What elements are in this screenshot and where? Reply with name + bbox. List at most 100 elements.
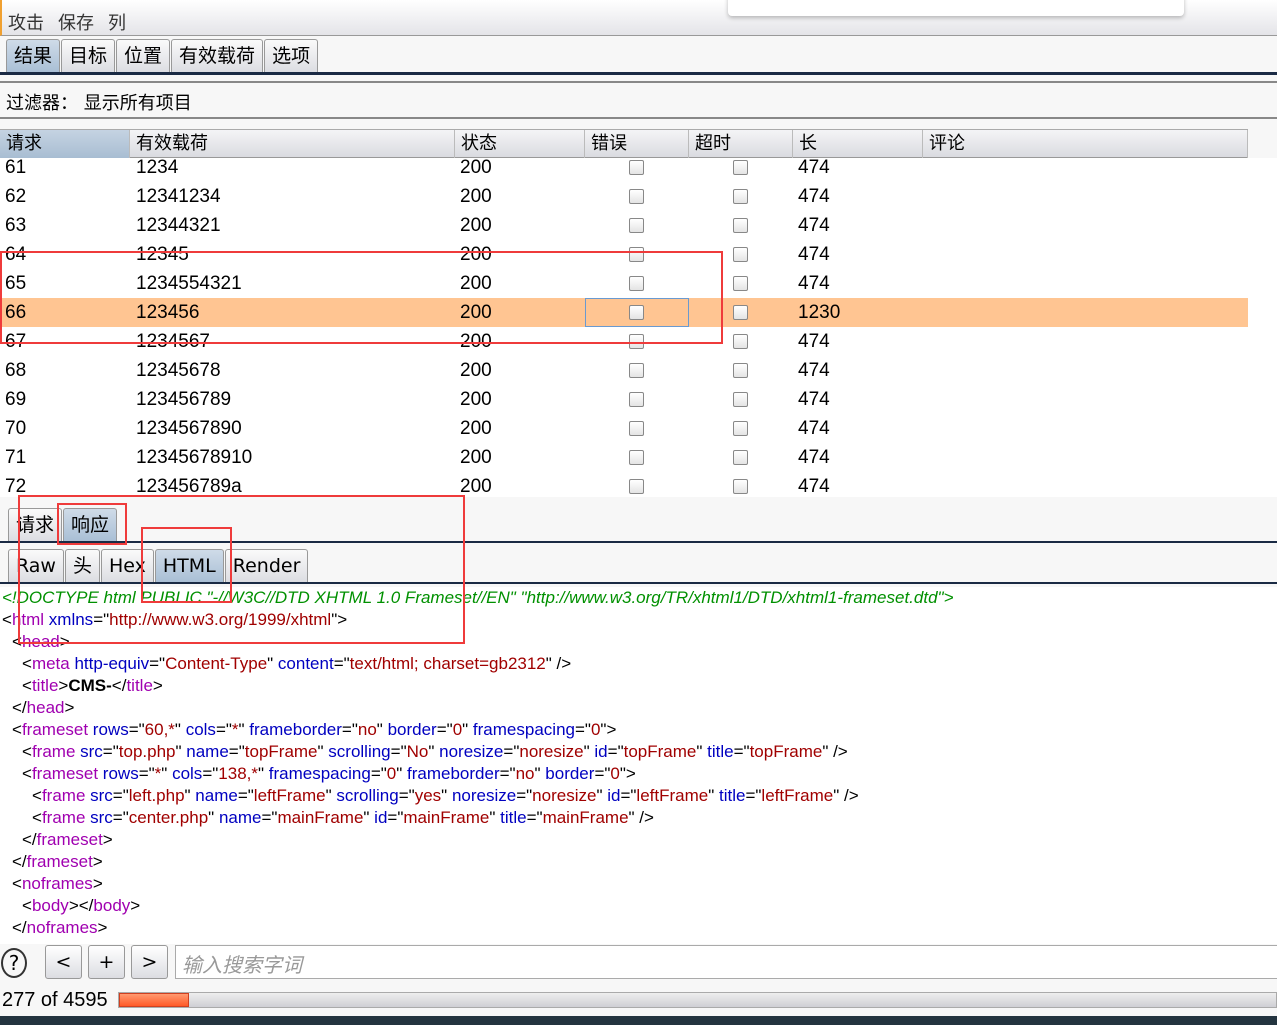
- timeout-checkbox[interactable]: [733, 218, 748, 233]
- table-row[interactable]: 68 12345678 200 474: [0, 356, 1248, 385]
- column-header[interactable]: 评论: [923, 130, 1248, 158]
- code-token: name: [190, 786, 238, 805]
- timeout-checkbox[interactable]: [733, 334, 748, 349]
- code-token: " />: [628, 808, 654, 827]
- timeout-checkbox[interactable]: [733, 189, 748, 204]
- code-token: =": [333, 654, 350, 673]
- code-token: </: [12, 918, 27, 937]
- code-token: 0: [610, 764, 620, 783]
- code-token: =": [499, 764, 516, 783]
- code-token: frameset: [31, 764, 99, 783]
- timeout-checkbox[interactable]: [733, 392, 748, 407]
- code-token: </: [12, 698, 27, 717]
- table-row[interactable]: 72 123456789a 200 474: [0, 472, 1248, 497]
- tab-0[interactable]: 结果: [6, 39, 61, 72]
- code-token: >: [58, 676, 69, 695]
- add-button[interactable]: +: [88, 945, 125, 979]
- tab-3[interactable]: 有效载荷: [171, 39, 264, 72]
- search-bar: ? < + > 输入搜索字词: [0, 944, 1277, 984]
- table-row[interactable]: 69 123456789 200 474: [0, 385, 1248, 414]
- timeout-checkbox[interactable]: [733, 450, 748, 465]
- code-token: <: [22, 676, 32, 695]
- code-token: title: [714, 786, 746, 805]
- cell-payload: 12345678910: [136, 447, 253, 468]
- error-checkbox[interactable]: [629, 479, 644, 494]
- error-checkbox[interactable]: [629, 160, 644, 175]
- code-token: =": [503, 742, 520, 761]
- code-line: <frameset rows="60,*" cols="*" framebord…: [12, 719, 616, 741]
- error-checkbox[interactable]: [629, 392, 644, 407]
- annotation-box: [141, 527, 232, 603]
- code-token: <: [22, 742, 32, 761]
- cell-length: 474: [798, 389, 830, 410]
- column-header[interactable]: 错误: [585, 130, 689, 158]
- table-row[interactable]: 63 12344321 200 474: [0, 211, 1248, 240]
- filter-bar[interactable]: 过滤器： 显示所有项目: [0, 81, 1277, 119]
- search-input[interactable]: 输入搜索字词: [175, 945, 1277, 979]
- timeout-checkbox[interactable]: [733, 160, 748, 175]
- tab-2[interactable]: 位置: [116, 39, 171, 72]
- code-line: <frame src="top.php" name="topFrame" scr…: [22, 741, 848, 763]
- code-token: 0: [452, 720, 463, 739]
- code-token: title: [702, 742, 734, 761]
- code-token: head: [26, 698, 65, 717]
- error-checkbox[interactable]: [629, 363, 644, 378]
- cell-req: 72: [5, 476, 27, 497]
- code-token: title: [495, 808, 527, 827]
- code-token: >: [130, 896, 141, 915]
- previous-button[interactable]: <: [45, 945, 82, 979]
- code-token: http-equiv: [69, 654, 150, 673]
- tab-4[interactable]: 选项: [264, 39, 319, 72]
- code-token: *: [231, 720, 239, 739]
- column-header[interactable]: 请求: [0, 130, 130, 158]
- column-header[interactable]: 有效载荷: [130, 130, 455, 158]
- code-token: topFrame: [623, 742, 697, 761]
- menu-attack[interactable]: 攻击: [8, 9, 44, 35]
- code-token: >: [102, 830, 113, 849]
- next-button[interactable]: >: [131, 945, 168, 979]
- table-row[interactable]: 62 12341234 200 474: [0, 182, 1248, 211]
- timeout-checkbox[interactable]: [733, 479, 748, 494]
- cell-req: 63: [5, 215, 27, 236]
- code-token: =": [370, 764, 387, 783]
- code-token: 0: [590, 720, 601, 739]
- table-row[interactable]: 71 12345678910 200 474: [0, 443, 1248, 472]
- help-icon[interactable]: ?: [1, 948, 27, 978]
- table-header: 请求 有效载荷 状态 错误 超时长评论: [0, 129, 1248, 158]
- table-row[interactable]: 70 1234567890 200 474: [0, 414, 1248, 443]
- code-token: =": [341, 720, 358, 739]
- timeout-checkbox[interactable]: [733, 305, 748, 320]
- column-header[interactable]: 超时: [689, 130, 793, 158]
- cell-status: 200: [460, 158, 492, 178]
- code-token: noresize: [447, 786, 517, 805]
- progress-bar: [118, 992, 1277, 1008]
- code-token: name: [214, 808, 262, 827]
- code-token: left.php: [128, 786, 185, 805]
- code-token: noframes: [26, 918, 98, 937]
- code-token: </: [12, 852, 27, 871]
- error-checkbox[interactable]: [629, 421, 644, 436]
- code-token: " />: [822, 742, 848, 761]
- code-token: content: [273, 654, 334, 673]
- error-checkbox[interactable]: [629, 189, 644, 204]
- menu-columns[interactable]: 列: [108, 9, 126, 35]
- code-token: src: [85, 808, 113, 827]
- code-token: leftFrame: [636, 786, 709, 805]
- menu-save[interactable]: 保存: [58, 9, 94, 35]
- cell-length: 474: [798, 158, 830, 178]
- error-checkbox[interactable]: [629, 450, 644, 465]
- code-line: <noframes>: [12, 873, 103, 895]
- timeout-checkbox[interactable]: [733, 421, 748, 436]
- code-token: framespacing: [468, 720, 575, 739]
- timeout-checkbox[interactable]: [733, 363, 748, 378]
- timeout-checkbox[interactable]: [733, 247, 748, 262]
- error-checkbox[interactable]: [629, 218, 644, 233]
- cell-req: 62: [5, 186, 27, 207]
- code-token: frameset: [21, 720, 89, 739]
- code-token: =": [112, 786, 129, 805]
- column-header[interactable]: 状态: [455, 130, 585, 158]
- column-header[interactable]: 长: [793, 130, 923, 158]
- timeout-checkbox[interactable]: [733, 276, 748, 291]
- table-row[interactable]: 61 1234 200 474: [0, 158, 1248, 182]
- tab-1[interactable]: 目标: [61, 39, 116, 72]
